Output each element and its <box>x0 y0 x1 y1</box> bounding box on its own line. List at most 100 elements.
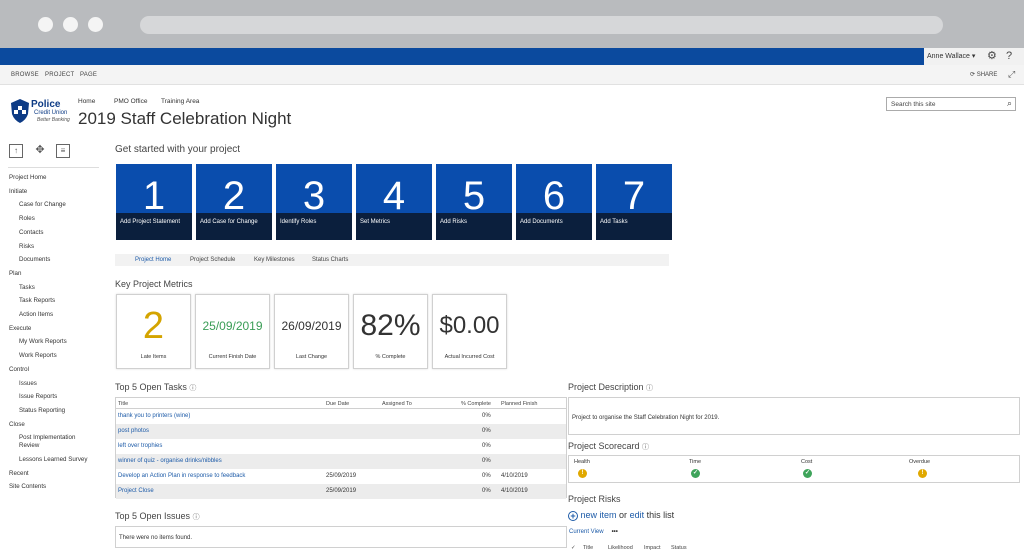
col-status[interactable]: Status <box>671 545 687 551</box>
col-impact[interactable]: Impact <box>644 545 661 551</box>
tab-browse[interactable]: BROWSE <box>11 72 39 78</box>
table-row[interactable]: winner of quiz - organise drinks/nibbles… <box>116 454 566 469</box>
col-assigned-to[interactable]: Assigned To <box>382 401 412 407</box>
col-title[interactable]: Title <box>118 401 128 407</box>
more-options-icon[interactable]: ••• <box>612 529 618 535</box>
status-warning-icon: ! <box>918 469 927 478</box>
col-due-date[interactable]: Due Date <box>326 401 349 407</box>
getstarted-tile[interactable]: 4 Set Metrics <box>356 164 432 240</box>
nav-item[interactable]: Issues <box>19 380 37 388</box>
nav-item[interactable]: Status Reporting <box>19 407 65 415</box>
metric-tile[interactable]: 82% % Complete <box>353 294 428 369</box>
new-item-link[interactable]: new item <box>581 510 617 520</box>
subnav-status-charts[interactable]: Status Charts <box>312 257 348 263</box>
info-icon[interactable]: ⓘ <box>189 385 196 392</box>
task-title-link[interactable]: left over trophies <box>118 443 162 449</box>
tab-page[interactable]: PAGE <box>80 72 97 78</box>
task-title-link[interactable]: winner of quiz - organise drinks/nibbles <box>118 458 222 464</box>
task-title-link[interactable]: Project Close <box>118 488 154 494</box>
task-title-link[interactable]: thank you to printers (wine) <box>118 413 190 419</box>
nav-item[interactable]: Work Reports <box>19 352 57 360</box>
tab-project[interactable]: PROJECT <box>45 72 74 78</box>
info-icon[interactable]: ⓘ <box>646 385 653 392</box>
getstarted-tile[interactable]: 2 Add Case for Change <box>196 164 272 240</box>
nav-item[interactable]: Issue Reports <box>19 393 57 401</box>
getstarted-tile[interactable]: 3 Identify Roles <box>276 164 352 240</box>
add-icon[interactable]: + <box>568 511 578 521</box>
col-percent-complete[interactable]: % Complete <box>461 401 491 407</box>
info-icon[interactable]: ⓘ <box>642 444 649 451</box>
window-close-dot[interactable] <box>38 17 53 32</box>
table-row[interactable]: thank you to printers (wine) 0% <box>116 409 566 424</box>
nav-item[interactable]: Execute <box>9 325 31 333</box>
window-minimize-dot[interactable] <box>63 17 78 32</box>
metric-tile[interactable]: 25/09/2019 Current Finish Date <box>195 294 270 369</box>
search-input[interactable]: Search this site ⌕ <box>886 97 1016 111</box>
nav-item[interactable]: Project Home <box>9 174 46 182</box>
focus-icon[interactable]: ⤢ <box>1008 69 1015 80</box>
table-row[interactable]: post photos 0% <box>116 424 566 439</box>
col-planned-finish[interactable]: Planned Finish <box>501 401 537 407</box>
nav-item[interactable]: Tasks <box>19 284 35 292</box>
nav-item[interactable]: Risks <box>19 243 34 251</box>
getstarted-tile[interactable]: 7 Add Tasks <box>596 164 672 240</box>
table-row[interactable]: left over trophies 0% <box>116 439 566 454</box>
user-menu[interactable]: Anne Wallace ▾ <box>927 52 975 60</box>
nav-item[interactable]: Roles <box>19 215 35 223</box>
task-title-link[interactable]: post photos <box>118 428 149 434</box>
description-box: Project to organise the Staff Celebratio… <box>568 397 1020 435</box>
tile-number: 1 <box>142 174 166 218</box>
task-pct-cell: 0% <box>482 413 491 419</box>
nav-item[interactable]: Plan <box>9 270 21 278</box>
subnav-project-home[interactable]: Project Home <box>135 257 171 263</box>
topnav-pmo-office[interactable]: PMO Office <box>114 98 147 105</box>
getstarted-tile[interactable]: 1 Add Project Statement <box>116 164 192 240</box>
nav-item[interactable]: Close <box>9 421 25 429</box>
help-icon[interactable]: ? <box>1006 49 1012 63</box>
nav-item[interactable]: Recent <box>9 470 29 478</box>
nav-item[interactable]: Initiate <box>9 188 27 196</box>
nav-item[interactable]: Task Reports <box>19 297 55 305</box>
subnav-project-schedule[interactable]: Project Schedule <box>190 257 235 263</box>
current-view-selector[interactable]: Current View ••• <box>569 529 618 535</box>
nav-item[interactable]: Action Items <box>19 311 53 319</box>
list-icon[interactable]: ≡ <box>56 144 70 158</box>
topnav-home[interactable]: Home <box>78 98 95 105</box>
search-icon[interactable]: ⌕ <box>1007 98 1012 109</box>
share-button[interactable]: ⟳ SHARE <box>970 71 997 78</box>
metric-tile[interactable]: $0.00 Actual Incurred Cost <box>432 294 507 369</box>
tile-number: 2 <box>222 174 246 218</box>
nav-item[interactable]: Control <box>9 366 29 374</box>
col-likelihood[interactable]: Likelihood <box>608 545 633 551</box>
getstarted-tile[interactable]: 6 Add Documents <box>516 164 592 240</box>
project-subnav: Project Home Project Schedule Key Milest… <box>115 254 669 266</box>
check-icon[interactable]: ✓ <box>571 545 576 551</box>
info-icon[interactable]: ⓘ <box>193 514 200 521</box>
issues-list: There were no items found. <box>115 526 567 548</box>
move-icon[interactable]: ✥ <box>33 144 47 158</box>
nav-item[interactable]: Site Contents <box>9 483 46 491</box>
nav-item[interactable]: Contacts <box>19 229 43 237</box>
window-maximize-dot[interactable] <box>88 17 103 32</box>
address-bar[interactable] <box>140 16 943 34</box>
task-title-link[interactable]: Develop an Action Plan in response to fe… <box>118 473 245 479</box>
metric-tile[interactable]: 2 Late Items <box>116 294 191 369</box>
tile-number: 3 <box>302 174 326 218</box>
upload-icon[interactable]: ↑ <box>9 144 23 158</box>
nav-item[interactable]: Lessons Learned Survey <box>19 456 87 464</box>
subnav-key-milestones[interactable]: Key Milestones <box>254 257 295 263</box>
topnav-training-area[interactable]: Training Area <box>161 98 199 105</box>
site-logo[interactable]: Police Credit Union Better Banking <box>9 98 70 126</box>
gear-icon[interactable]: ⚙ <box>987 49 997 63</box>
nav-item[interactable]: Documents <box>19 256 50 264</box>
suite-bar <box>0 48 1024 65</box>
nav-item[interactable]: Post Implementation Review <box>19 434 83 450</box>
table-row[interactable]: Develop an Action Plan in response to fe… <box>116 469 566 484</box>
nav-item[interactable]: My Work Reports <box>19 338 67 346</box>
col-risk-title[interactable]: Title <box>583 545 593 551</box>
getstarted-tile[interactable]: 5 Add Risks <box>436 164 512 240</box>
nav-item[interactable]: Case for Change <box>19 201 66 209</box>
metric-tile[interactable]: 26/09/2019 Last Change <box>274 294 349 369</box>
table-row[interactable]: Project Close 25/09/2019 0% 4/10/2019 <box>116 484 566 499</box>
edit-list-link[interactable]: edit <box>630 510 645 520</box>
